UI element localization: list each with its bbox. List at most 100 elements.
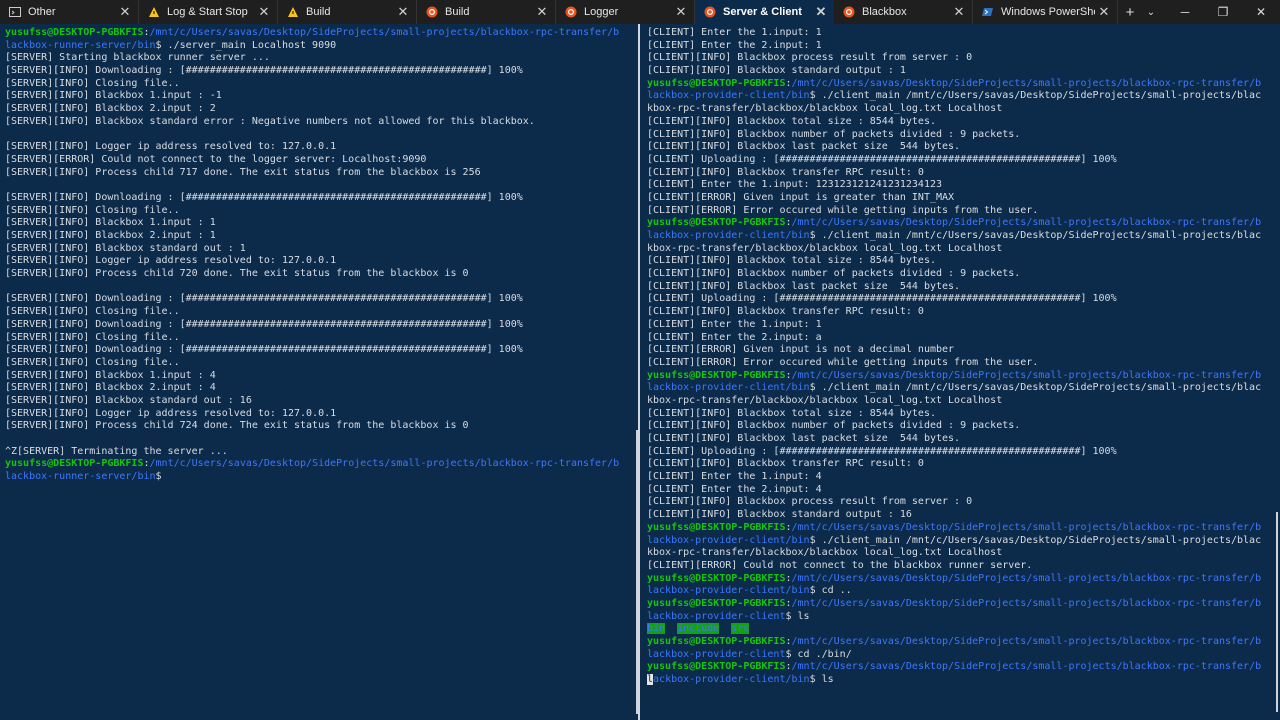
tab-logger[interactable]: Logger ✕ (556, 0, 695, 24)
terminal-line: yusufss@DESKTOP-PGBKFIS:/mnt/c/Users/sav… (647, 522, 1280, 535)
ubuntu-icon (843, 6, 855, 18)
terminal-line: [CLIENT] Enter the 1.input: 4 (647, 471, 1280, 484)
terminal-line: lackbox-provider-client/bin$ cd .. (647, 585, 1280, 598)
terminal-line: [CLIENT][ERROR] Given input is greater t… (647, 192, 1280, 205)
close-window-button[interactable]: ✕ (1242, 0, 1280, 24)
ubuntu-icon (426, 6, 438, 18)
prompt-path: /mnt/c/Users/savas/Desktop/SideProjects/… (791, 572, 1262, 584)
terminal-line: [CLIENT] Enter the 1.input: 1 (647, 319, 1280, 332)
close-icon[interactable]: ✕ (116, 4, 134, 20)
terminal-line: [CLIENT] Uploading : [##################… (647, 293, 1280, 306)
right-terminal-pane[interactable]: [CLIENT] Enter the 1.input: 1 [CLIENT] En… (638, 24, 1280, 720)
tab-windows-powershell[interactable]: Windows PowerShell ✕ (973, 0, 1118, 24)
close-icon[interactable]: ✕ (533, 4, 551, 20)
line-text: [CLIENT][INFO] Blackbox process result f… (647, 496, 973, 508)
terminal-line: [CLIENT][INFO] Blackbox standard output … (647, 65, 1280, 78)
terminal-line: [CLIENT][ERROR] Could not connect to the… (647, 560, 1280, 573)
close-icon[interactable]: ✕ (672, 4, 690, 20)
terminal-line: yusufss@DESKTOP-PGBKFIS:/mnt/c/Users/sav… (647, 661, 1280, 674)
close-icon[interactable]: ✕ (394, 4, 412, 20)
prompt-path: lackbox-provider-client (647, 648, 786, 660)
minimize-button[interactable]: ─ (1166, 0, 1204, 24)
line-text: [CLIENT][ERROR] Error occured while gett… (647, 356, 1039, 368)
terminal-line: [SERVER][INFO] Blackbox 2.input : 1 (5, 230, 638, 243)
close-icon[interactable]: ✕ (950, 4, 968, 20)
line-text: $ ./client_main /mnt/c/Users/savas/Deskt… (809, 90, 1262, 102)
prompt-path: lackbox-provider-client/bin (647, 230, 810, 241)
prompt-path: /mnt/c/Users/savas/Desktop/SideProjects/… (149, 27, 620, 38)
line-text: [CLIENT][INFO] Blackbox transfer RPC res… (647, 306, 924, 318)
line-text: kbox-rpc-transfer/blackbox/blackbox loca… (647, 547, 1003, 559)
terminal-line: yusufss@DESKTOP-PGBKFIS:/mnt/c/Users/sav… (647, 573, 1280, 586)
line-text: [SERVER][INFO] Process child 724 done. T… (5, 420, 469, 432)
line-text: [SERVER][INFO] Logger ip address resolve… (5, 255, 337, 267)
tab-blackbox[interactable]: Blackbox ✕ (834, 0, 973, 24)
terminal-line: lackbox-runner-server/bin$ (5, 471, 638, 484)
chevron-down-icon[interactable]: ⌄ (1142, 7, 1160, 18)
terminal-line: [SERVER][INFO] Downloading : [##########… (5, 293, 638, 306)
terminal-line: [SERVER][INFO] Blackbox standard error :… (5, 116, 638, 129)
line-text: [SERVER][ERROR] Could not connect to the… (5, 153, 427, 165)
terminal-line: yusufss@DESKTOP-PGBKFIS:/mnt/c/Users/sav… (647, 217, 1280, 230)
line-text: [CLIENT][INFO] Blackbox number of packet… (647, 268, 1021, 280)
terminal-line: [CLIENT][ERROR] Error occured while gett… (647, 357, 1280, 370)
terminal-line: yusufss@DESKTOP-PGBKFIS:/mnt/c/Users/sav… (5, 27, 638, 40)
line-text: [SERVER][INFO] Blackbox 1.input : 4 (5, 369, 216, 381)
prompt-path: lackbox-provider-client/bin (647, 90, 810, 102)
line-text: [CLIENT][INFO] Blackbox process result f… (647, 52, 973, 64)
terminal-line: [SERVER][INFO] Downloading : [##########… (5, 65, 638, 78)
left-terminal-pane[interactable]: yusufss@DESKTOP-PGBKFIS:/mnt/c/Users/sav… (0, 24, 638, 720)
tab-log-start-stop[interactable]: Log & Start Stop ✕ (139, 0, 278, 24)
tab-build[interactable]: Build ✕ (278, 0, 417, 24)
prompt-path: lackbox-provider-client/bin (647, 382, 810, 394)
tab-label: Server & Client (723, 6, 802, 18)
right-scrollbar[interactable] (1276, 512, 1278, 712)
terminal-line: ^Z[SERVER] Terminating the server ... (5, 446, 638, 459)
terminal-line: [SERVER][INFO] Closing file.. (5, 332, 638, 345)
line-text: [CLIENT] Uploading : [##################… (647, 293, 1117, 305)
line-text: [SERVER][INFO] Closing file.. (5, 306, 180, 318)
prompt-user: yusufss@DESKTOP-PGBKFIS (647, 636, 786, 647)
line-text (665, 623, 677, 634)
terminal-line: [SERVER][INFO] Closing file.. (5, 78, 638, 91)
prompt-path: lackbox-provider-client/bin (647, 534, 810, 546)
prompt-path: lackbox-runner-server/bin (5, 471, 156, 483)
terminal-line: lackbox-runner-server/bin$ ./server_main… (5, 40, 638, 53)
line-text: [CLIENT][INFO] Blackbox last packet size… (647, 141, 961, 153)
line-text: [CLIENT] Enter the 1.input: 1 (647, 27, 822, 38)
terminal-line: [CLIENT] Enter the 1.input: 123123121241… (647, 179, 1280, 192)
close-icon[interactable]: ✕ (1095, 4, 1113, 20)
tab-label: Build (445, 6, 470, 18)
terminal-line: lackbox-provider-client/bin$ ./client_ma… (647, 535, 1280, 548)
line-text: [CLIENT] Enter the 2.input: 4 (647, 483, 822, 495)
terminal-line: [SERVER][INFO] Logger ip address resolve… (5, 141, 638, 154)
terminal-line: [SERVER][INFO] Blackbox standard out : 1 (5, 243, 638, 256)
terminal-line: [CLIENT][INFO] Blackbox process result f… (647, 496, 1280, 509)
new-tab-button[interactable]: + (1118, 4, 1142, 21)
line-text: [CLIENT][INFO] Blackbox last packet size… (647, 280, 961, 292)
tab-other[interactable]: Other ✕ (0, 0, 139, 24)
maximize-button[interactable]: ❐ (1204, 0, 1242, 24)
tab-server-client[interactable]: Server & Client ✕ (695, 0, 834, 24)
prompt-user: yusufss@DESKTOP-PGBKFIS (647, 661, 786, 673)
prompt-path: lackbox-runner-server/bin (5, 39, 156, 51)
line-text: [CLIENT][INFO] Blackbox standard output … (647, 65, 906, 77)
ubuntu-icon (565, 6, 577, 18)
line-text: ^Z[SERVER] Terminating the server ... (5, 445, 228, 457)
directory-entry: include (677, 623, 720, 635)
close-icon[interactable]: ✕ (812, 4, 830, 20)
prompt-path: /mnt/c/Users/savas/Desktop/SideProjects/… (791, 217, 1262, 229)
line-text: [SERVER][INFO] Logger ip address resolve… (5, 407, 337, 419)
tab-label: Windows PowerShell (1001, 6, 1095, 18)
prompt-path: /mnt/c/Users/savas/Desktop/SideProjects/… (791, 369, 1262, 381)
line-text: $ cd .. (809, 585, 852, 597)
terminal-line: [CLIENT][INFO] Blackbox transfer RPC res… (647, 167, 1280, 180)
tab-build[interactable]: Build ✕ (417, 0, 556, 24)
close-icon[interactable]: ✕ (255, 4, 273, 20)
terminal-line: kbox-rpc-transfer/blackbox/blackbox loca… (647, 395, 1280, 408)
terminal-line: yusufss@DESKTOP-PGBKFIS:/mnt/c/Users/sav… (647, 636, 1280, 649)
linux-icon (287, 6, 299, 18)
terminal-line: [SERVER][INFO] Blackbox standard out : 1… (5, 395, 638, 408)
terminal-line: [CLIENT] Uploading : [##################… (647, 446, 1280, 459)
